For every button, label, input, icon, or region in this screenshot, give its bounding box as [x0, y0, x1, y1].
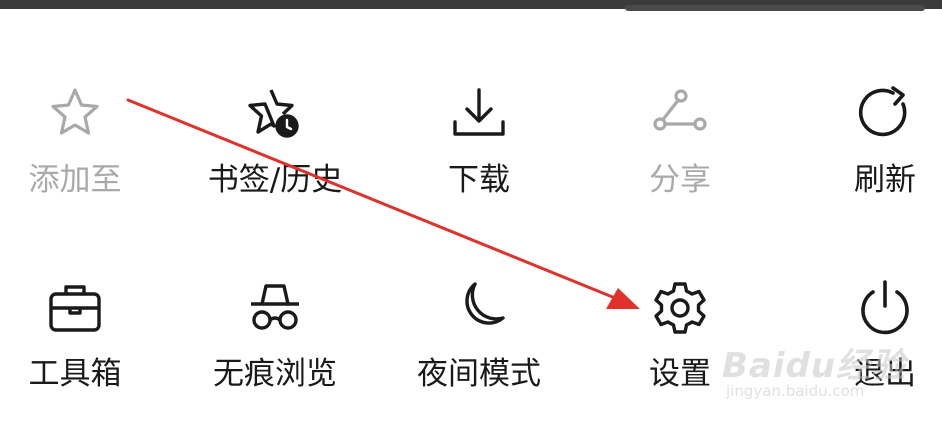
download-icon	[447, 82, 511, 146]
moon-icon	[447, 276, 511, 340]
star-outline-icon	[43, 82, 107, 146]
menu-item-label: 夜间模式	[417, 356, 541, 392]
incognito-icon	[243, 276, 307, 340]
toolbox-icon	[43, 276, 107, 340]
watermark-logo: Baidu经验	[722, 346, 907, 386]
menu-item-label: 工具箱	[28, 356, 122, 392]
menu-item-label: 添加至	[28, 162, 122, 198]
menu-item-label: 刷新	[854, 162, 916, 198]
refresh-icon	[853, 82, 917, 146]
browser-menu-panel: 添加至 书签/历史 下载 分享 刷新 工具箱 无痕浏览 夜间模式 设置 退出 B…	[0, 0, 942, 424]
menu-item-download[interactable]: 下载	[399, 82, 559, 232]
menu-item-refresh[interactable]: 刷新	[805, 82, 942, 232]
menu-item-bookmarks-history[interactable]: 书签/历史	[195, 82, 355, 232]
menu-item-incognito[interactable]: 无痕浏览	[195, 276, 355, 424]
gear-icon	[648, 276, 712, 340]
top-status-bar	[0, 0, 942, 11]
watermark-url: jingyan.baidu.com	[726, 382, 865, 400]
menu-item-label: 无痕浏览	[213, 356, 337, 392]
menu-item-label: 分享	[649, 162, 711, 198]
baidu-watermark: Baidu经验 jingyan.baidu.com	[722, 338, 932, 418]
star-clock-icon	[243, 82, 307, 146]
menu-item-add-to[interactable]: 添加至	[0, 82, 155, 232]
share-icon	[648, 82, 712, 146]
top-bar-pill	[625, 5, 925, 11]
power-icon	[853, 276, 917, 340]
menu-item-label: 下载	[448, 162, 510, 198]
menu-item-night-mode[interactable]: 夜间模式	[399, 276, 559, 424]
menu-item-toolbox[interactable]: 工具箱	[0, 276, 155, 424]
menu-item-label: 书签/历史	[207, 162, 343, 198]
menu-item-share[interactable]: 分享	[600, 82, 760, 232]
